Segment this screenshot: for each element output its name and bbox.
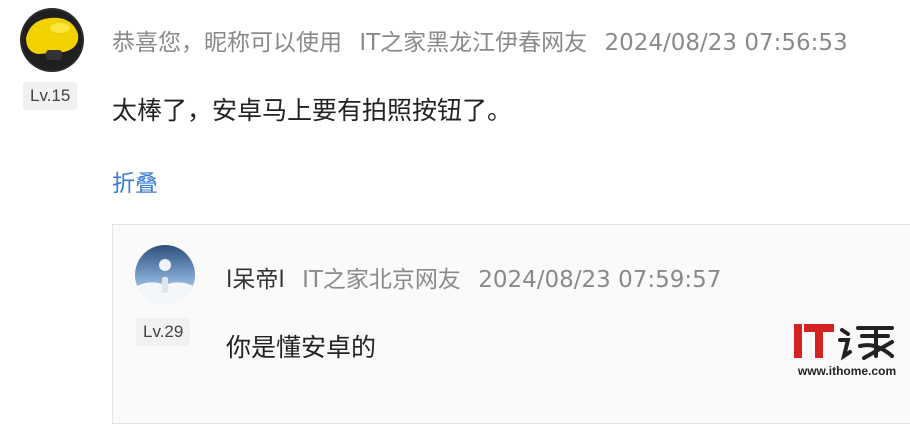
ithome-logo-icon — [794, 324, 894, 361]
avatar[interactable] — [20, 8, 84, 72]
timestamp: 2024/08/23 07:56:53 — [604, 30, 848, 56]
reply-nickname[interactable]: l呆帝l — [226, 267, 285, 293]
level-badge: Lv.15 — [23, 82, 78, 110]
nickname[interactable]: 恭喜您，昵称可以使用 — [112, 30, 342, 56]
reply-timestamp: 2024/08/23 07:59:57 — [478, 267, 722, 293]
ithome-watermark: www.ithome.com — [792, 320, 902, 382]
reply-avatar[interactable] — [135, 245, 195, 305]
reply-level-badge: Lv.29 — [136, 318, 191, 346]
reply-container — [112, 224, 910, 424]
avatar-image — [20, 8, 84, 72]
fold-button[interactable]: 折叠 — [112, 164, 158, 198]
comment-meta: 恭喜您，昵称可以使用 IT之家黑龙江伊春网友 2024/08/23 07:56:… — [112, 23, 858, 57]
watermark-url: www.ithome.com — [797, 364, 897, 378]
reply-avatar-image — [135, 245, 195, 305]
user-location: IT之家黑龙江伊春网友 — [359, 30, 588, 56]
reply-text: 你是懂安卓的 — [226, 333, 377, 362]
reply-meta: l呆帝l IT之家北京网友 2024/08/23 07:59:57 — [226, 260, 731, 294]
comment-text: 太棒了，安卓马上要有拍照按钮了。 — [112, 96, 513, 125]
reply-user-location: IT之家北京网友 — [302, 267, 461, 293]
